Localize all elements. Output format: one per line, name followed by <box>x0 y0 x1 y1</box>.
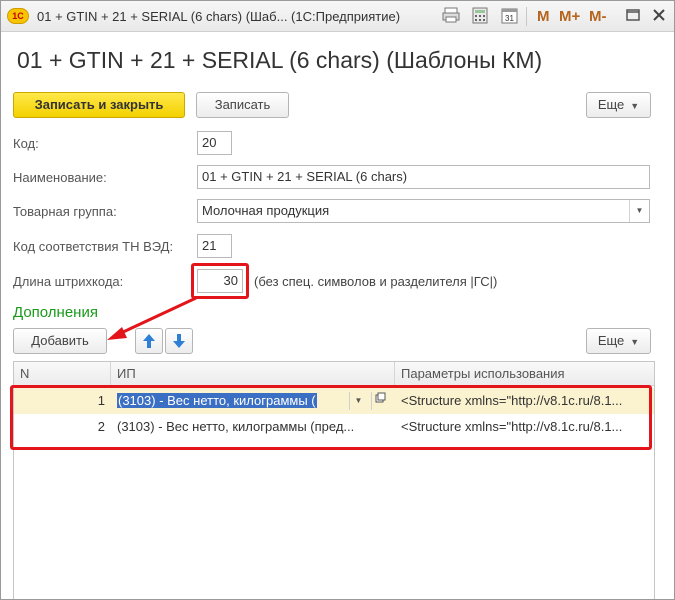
form-window: 1С 01 + GTIN + 21 + SERIAL (6 chars) (Ша… <box>0 0 675 600</box>
annotation-arrow-icon <box>107 296 197 340</box>
